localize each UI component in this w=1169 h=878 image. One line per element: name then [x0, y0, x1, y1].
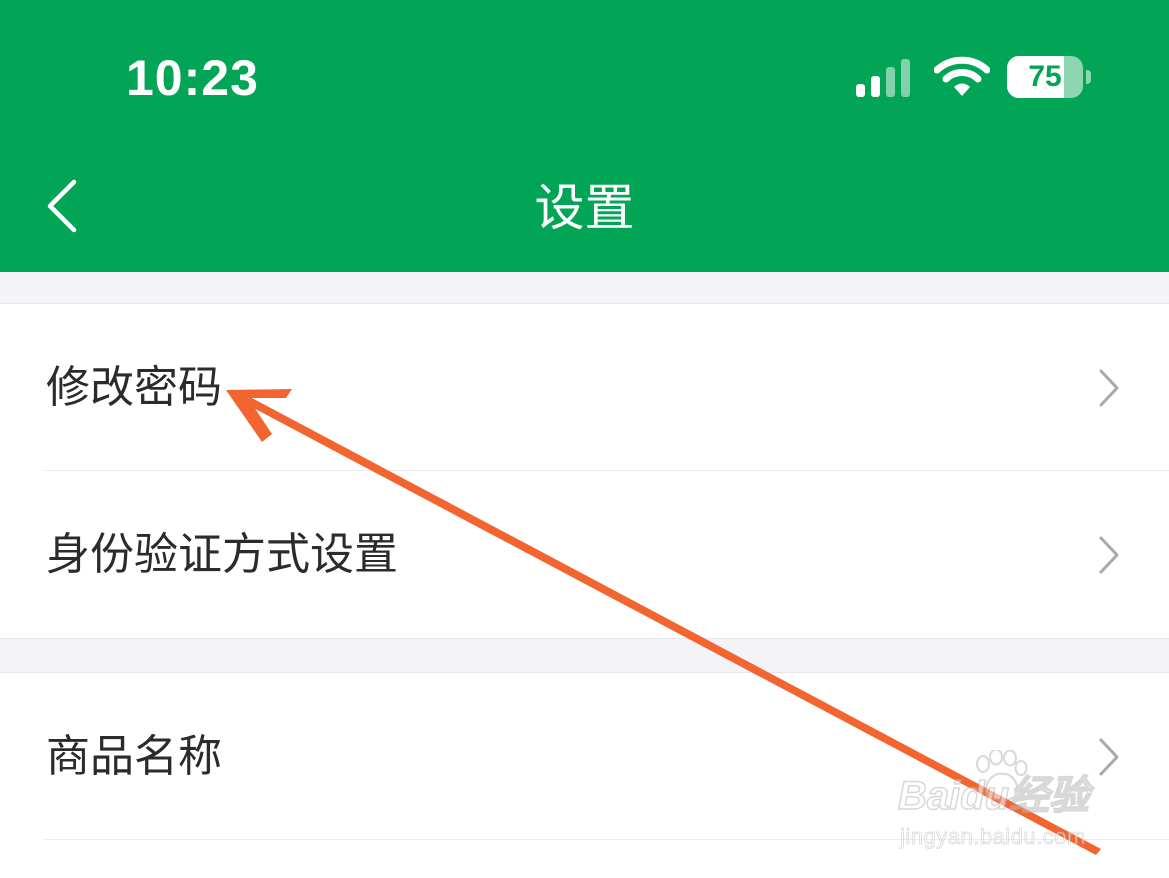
settings-group-security: 修改密码 身份验证方式设置 [0, 303, 1169, 639]
wifi-icon [934, 56, 990, 96]
battery-indicator: 75 [1007, 56, 1093, 98]
app-header: 10:23 75 设置 [0, 0, 1169, 272]
settings-item-label: 修改密码 [46, 362, 222, 413]
cellular-signal-icon [856, 59, 910, 97]
page-title: 设置 [534, 179, 635, 237]
settings-item-authentication-method[interactable]: 身份验证方式设置 [0, 471, 1169, 638]
settings-group-merchant: 商品名称 [0, 672, 1169, 878]
battery-cap [1086, 70, 1091, 84]
settings-item-label: 商品名称 [46, 731, 222, 782]
chevron-right-icon [1099, 738, 1119, 776]
settings-item-label: 身份验证方式设置 [46, 529, 398, 580]
status-time: 10:23 [126, 50, 259, 106]
chevron-right-icon [1099, 536, 1119, 574]
settings-item-product-name[interactable]: 商品名称 [0, 673, 1169, 840]
chevron-right-icon [1099, 369, 1119, 407]
row-divider [44, 839, 1169, 840]
settings-item-change-password[interactable]: 修改密码 [0, 304, 1169, 471]
battery-level-text: 75 [1028, 60, 1062, 93]
